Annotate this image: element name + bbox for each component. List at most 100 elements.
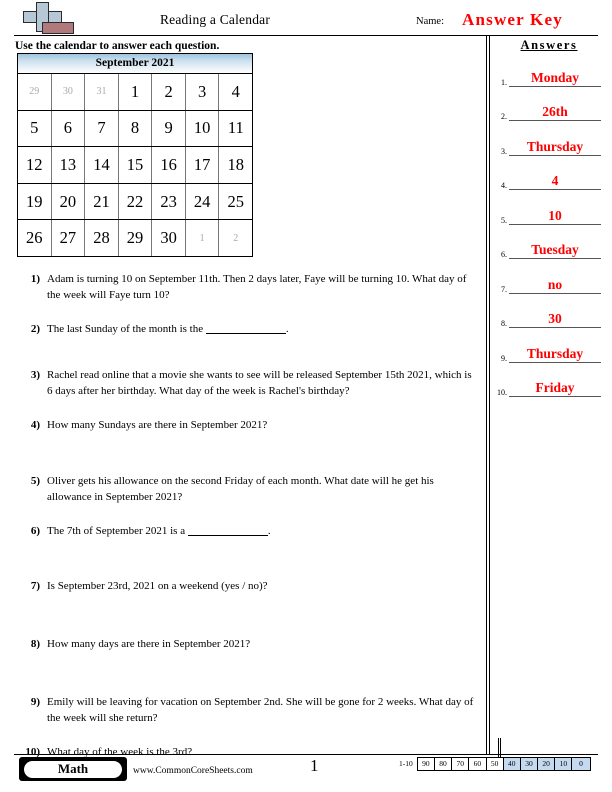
- answer-value[interactable]: 26th: [509, 104, 601, 121]
- calendar-day-cell: 24: [186, 183, 220, 220]
- question-number: 1): [30, 273, 40, 285]
- page-header: Reading a Calendar Name: Answer Key: [0, 0, 612, 38]
- answer-number: 2.: [501, 112, 507, 121]
- question-text: Is September 23rd, 2021 on a weekend (ye…: [47, 580, 268, 593]
- answer-row: 2. 26th: [492, 90, 606, 125]
- name-label: Name:: [416, 16, 444, 27]
- site-url: www.CommonCoreSheets.com: [133, 766, 253, 776]
- calendar-day-cell: 22: [119, 183, 153, 220]
- question-item: 2) The last Sunday of the month is the .: [18, 322, 478, 338]
- calendar-day-cell: 30: [152, 220, 186, 256]
- calendar-week-row: 29 30 31 1 2 3 4: [18, 74, 252, 111]
- calendar-day-adjacent-month: 1: [186, 220, 220, 256]
- grading-scale-cell: 70: [452, 758, 470, 770]
- question-text: The last Sunday of the month is the .: [47, 322, 289, 335]
- question-number: 4): [30, 418, 40, 431]
- calendar-day-cell: 23: [152, 183, 186, 220]
- answer-value[interactable]: no: [509, 277, 601, 294]
- calendar-day-cell: 26: [18, 220, 52, 256]
- answer-number: 9.: [501, 353, 507, 363]
- calendar-day-cell: 8: [119, 110, 153, 147]
- grading-scale: 1-10 90 80 70 60 50 40 30 20 10 0: [399, 757, 591, 771]
- subject-badge-label: Math: [24, 760, 122, 778]
- footer-divider-rule: [14, 754, 598, 755]
- answer-value[interactable]: Monday: [509, 70, 601, 87]
- grading-scale-cell: 50: [486, 758, 504, 770]
- answer-row: 8. 30: [492, 297, 606, 332]
- answer-row: 1. Monday: [492, 55, 606, 90]
- grading-scale-cell: 0: [572, 758, 590, 770]
- grading-scale-range-label: 1-10: [399, 759, 413, 768]
- calendar-day-cell: 5: [18, 110, 52, 147]
- scale-pointer-tick: [498, 738, 501, 757]
- answer-number: 8.: [501, 319, 507, 328]
- calendar-day-cell: 16: [152, 147, 186, 183]
- answer-value[interactable]: Thursday: [509, 346, 601, 363]
- answer-row: 5. 10: [492, 193, 606, 228]
- answer-value[interactable]: 30: [509, 311, 601, 328]
- answer-row: 10. Friday: [492, 366, 606, 401]
- question-item: 6) The 7th of September 2021 is a .: [18, 524, 478, 540]
- calendar-day-cell: 6: [52, 110, 86, 147]
- answer-row: 4. 4: [492, 159, 606, 194]
- calendar-day-cell: 14: [85, 147, 119, 183]
- question-item: 3) Rachel read online that a movie she wa…: [18, 368, 478, 400]
- calendar-day-adjacent-month: 29: [18, 74, 52, 110]
- question-number: 8): [30, 638, 40, 651]
- answer-number: 3.: [501, 146, 507, 156]
- answer-number: 6.: [501, 250, 507, 259]
- question-text: Oliver gets his allowance on the second …: [47, 474, 434, 503]
- answer-key-stamp: Answer Key: [462, 10, 563, 29]
- question-text: How many days are there in September 202…: [47, 638, 251, 651]
- grading-scale-cells: 90 80 70 60 50 40 30 20 10 0: [416, 757, 591, 771]
- question-number: 5): [30, 474, 40, 487]
- question-item: 1) Adam is turning 10 on September 11th. …: [18, 272, 478, 304]
- calendar-week-row: 19 20 21 22 23 24 25: [18, 183, 252, 221]
- instruction-text: Use the calendar to answer each question…: [15, 40, 220, 52]
- subject-badge: Math: [19, 757, 127, 781]
- calendar-day-cell: 11: [227, 118, 244, 138]
- answer-row: 6. Tuesday: [492, 228, 606, 263]
- calendar-day-cell: 13: [52, 147, 86, 183]
- question-number: 6): [30, 524, 40, 537]
- calendar-table: September 2021 29 30 31 1 2 3 4 5 6 7 8 9 10 11 12 13 14…: [17, 53, 253, 257]
- calendar-day-adjacent-month: 2: [233, 232, 239, 244]
- calendar-day-cell: 9: [152, 110, 186, 147]
- calendar-day-cell: 7: [85, 110, 119, 147]
- answer-row: 7. no: [492, 262, 606, 297]
- answer-value[interactable]: Friday: [509, 380, 601, 397]
- calendar-day-cell: 10: [186, 110, 220, 147]
- answer-number: 7.: [501, 284, 507, 294]
- question-item: 8) How many days are there in September 2…: [18, 637, 478, 653]
- grading-scale-cell: 20: [538, 758, 556, 770]
- answer-row: 3. Thursday: [492, 124, 606, 159]
- answer-blank-line[interactable]: [205, 332, 286, 334]
- question-text: Rachel read online that a movie she want…: [47, 368, 472, 397]
- question-number: 7): [30, 580, 40, 593]
- answer-value[interactable]: 4: [509, 173, 601, 190]
- answer-value[interactable]: 10: [509, 208, 601, 225]
- calendar-day-cell: 17: [186, 147, 220, 183]
- calendar-day-cell: 2: [152, 74, 186, 110]
- calendar-day-cell: 29: [119, 220, 153, 256]
- grading-scale-cell: 90: [417, 758, 435, 770]
- answer-value[interactable]: Thursday: [509, 139, 601, 156]
- answers-list: 1. Monday 2. 26th 3. Thursday 4. 4 5. 10 6. Tuesday…: [492, 55, 606, 400]
- header-divider-rule: [14, 35, 598, 36]
- calendar-body: 29 30 31 1 2 3 4 5 6 7 8 9 10 11 12 13 14 15 16 17 18 19 20 21 2…: [18, 74, 252, 256]
- calendar-day-cell: 19: [18, 183, 52, 220]
- question-text: The 7th of September 2021 is a .: [47, 524, 271, 537]
- question-item: 9) Emily will be leaving for vacation on …: [18, 695, 478, 727]
- calendar-day-cell: 18: [227, 154, 245, 174]
- answer-blank-line[interactable]: [187, 534, 268, 536]
- calendar-week-row: 26 27 28 29 30 1 2: [18, 220, 252, 256]
- calendar-day-cell: 3: [186, 74, 220, 110]
- grading-scale-cell: 10: [555, 758, 573, 770]
- answers-panel: Answers 1. Monday 2. 26th 3. Thursday 4. 4 5. 10 6…: [492, 38, 606, 400]
- answer-number: 1.: [501, 77, 507, 87]
- question-item: 7) Is September 23rd, 2021 on a weekend (…: [18, 579, 478, 595]
- question-text: Adam is turning 10 on September 11th. Th…: [47, 273, 467, 301]
- calendar-day-cell: 27: [52, 220, 86, 256]
- calendar-week-row: 12 13 14 15 16 17 18: [18, 147, 252, 184]
- answer-value[interactable]: Tuesday: [509, 242, 601, 259]
